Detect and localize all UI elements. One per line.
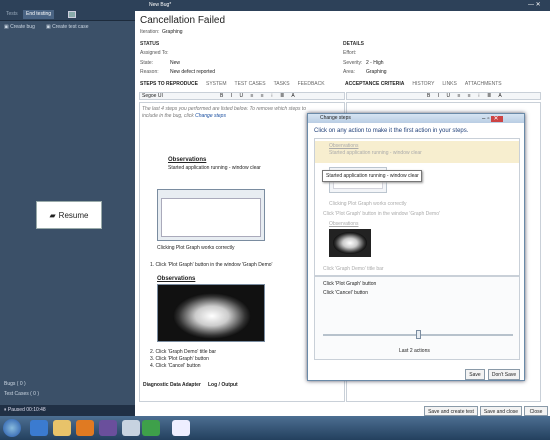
area-value[interactable]: Graphing	[366, 69, 387, 75]
log-output-header: Log / Output	[208, 382, 238, 388]
state-value[interactable]: New	[170, 60, 180, 66]
criteria-toolbar: B I U ≡ ≡ ⁝ ≣ A	[346, 92, 541, 100]
state-label: State:	[140, 60, 154, 66]
reason-value[interactable]: New defect reported	[170, 69, 215, 75]
media-player-icon[interactable]	[76, 420, 94, 436]
bugs-count[interactable]: Bugs ( 0 )	[4, 381, 139, 387]
faded-caption: Clicking Plot Graph works correctly	[329, 201, 407, 207]
tab-feedback[interactable]: FEEDBACK	[298, 81, 325, 87]
faded-steps-list[interactable]: Observations Started application running…	[314, 138, 520, 276]
save-and-close-button[interactable]: Save and close	[480, 406, 522, 416]
tab-attachments[interactable]: ATTACHMENTS	[465, 81, 502, 87]
tab-acceptance-criteria[interactable]: ACCEPTANCE CRITERIA	[345, 81, 404, 87]
window-controls[interactable]: — ✕	[528, 1, 548, 10]
tab-system[interactable]: SYSTEM	[206, 81, 227, 87]
folder-icon[interactable]	[53, 420, 71, 436]
tab-end-testing[interactable]: End testing	[23, 10, 55, 19]
graph-screenshot[interactable]	[157, 284, 265, 342]
tab-test-cases[interactable]: TEST CASES	[235, 81, 266, 87]
test-cases-count[interactable]: Test Cases ( 0 )	[4, 391, 139, 397]
step-2: 2. Click 'Graph Demo' title bar	[150, 349, 217, 355]
criteria-format-buttons[interactable]: B I U ≡ ≡ ⁝ ≣ A	[427, 93, 505, 99]
ie-icon[interactable]	[30, 420, 48, 436]
area-label: Area:	[343, 69, 355, 75]
effort-label: Effort:	[343, 50, 357, 56]
font-select[interactable]: Segoe UI	[142, 93, 163, 99]
step-1: 1. Click 'Plot Graph' button in the wind…	[150, 262, 273, 268]
faded-globe	[329, 229, 371, 257]
dialog-heading: Click on any action to make it the first…	[314, 128, 469, 134]
create-bug-button[interactable]: ▣ Create bug	[4, 22, 35, 33]
severity-label: Severity:	[343, 60, 363, 66]
visual-studio-icon[interactable]	[99, 420, 117, 436]
selected-steps-list: Click 'Plot Graph' button Click 'Cancel'…	[314, 276, 520, 360]
tab-tests[interactable]: Tests	[3, 10, 21, 19]
step-3: 3. Click 'Plot Graph' button	[150, 356, 209, 362]
steps-tabs: STEPS TO REPRODUCE SYSTEM TEST CASES TASKS F…	[140, 81, 333, 87]
start-button-icon[interactable]	[3, 419, 21, 437]
reason-label: Reason:	[140, 69, 159, 75]
create-test-case-label: Create test case	[52, 24, 89, 30]
tab-steps-to-reproduce[interactable]: STEPS TO REPRODUCE	[140, 81, 198, 87]
observations-text: Started application running - window cle…	[168, 165, 261, 171]
pause-icon: ⏸	[4, 407, 7, 413]
selected-step-b[interactable]: Click 'Cancel' button	[323, 290, 368, 296]
faded-obs-heading: Observations	[329, 143, 359, 149]
iteration-label: Iteration:	[140, 29, 160, 35]
slider-label: Last 2 actions	[399, 348, 430, 354]
observations-heading-2: Observations	[157, 276, 196, 282]
dont-save-button[interactable]: Don't Save	[488, 369, 520, 380]
change-steps-link[interactable]: Change steps	[195, 113, 226, 119]
faded-step-2: Click 'Graph Demo' title bar	[323, 266, 384, 272]
notepad-icon[interactable]	[172, 420, 190, 436]
save-button[interactable]: Save	[465, 369, 485, 380]
editor-toolbar: Segoe UI B I U ≡ ≡ ⁝ ≣ A	[139, 92, 345, 100]
create-test-case-button[interactable]: ▣ Create test case	[46, 22, 89, 33]
dialog-title: Change steps	[320, 115, 351, 121]
test-manager-icon[interactable]	[122, 420, 140, 436]
resume-label: Resume	[58, 210, 89, 220]
details-header: DETAILS	[343, 41, 365, 47]
paused-timer: Paused 00:10:48	[7, 407, 46, 413]
save-and-create-test-button[interactable]: Save and create test	[424, 406, 478, 416]
active-app-icon[interactable]	[142, 420, 160, 436]
steps-intro: The last 4 steps you performed are liste…	[142, 106, 312, 120]
format-buttons[interactable]: B I U ≡ ≡ ⁝ ≣ A	[220, 93, 298, 99]
window-title-bar: New Bug*	[135, 0, 550, 11]
tab-links[interactable]: LINKS	[442, 81, 456, 87]
step-4: 4. Click 'Cancel' button	[150, 363, 201, 369]
close-button[interactable]: Close	[524, 406, 548, 416]
step-tooltip: Started application running - window cle…	[322, 170, 422, 182]
resume-icon: ▰	[49, 210, 56, 220]
paused-status: ⏸ Paused 00:10:48	[0, 405, 135, 416]
create-bug-label: Create bug	[10, 24, 35, 30]
observations-heading: Observations	[168, 157, 207, 163]
assigned-to-label: Assigned To:	[140, 50, 169, 56]
dialog-window-controls[interactable]: –▫ ✕	[482, 115, 503, 122]
criteria-tabs: ACCEPTANCE CRITERIA HISTORY LINKS ATTACHMEN…	[345, 81, 510, 87]
change-steps-dialog: Change steps –▫ ✕ Click on any action to …	[307, 113, 525, 381]
resume-button[interactable]: ▰ Resume	[36, 201, 102, 229]
diag-adapter-header: Diagnostic Data Adapter	[143, 382, 201, 388]
severity-value[interactable]: 2 - High	[366, 60, 384, 66]
window-title: New Bug*	[149, 2, 172, 8]
selected-step-a[interactable]: Click 'Plot Graph' button	[323, 281, 376, 287]
faded-obs-heading-2: Observations	[329, 221, 359, 227]
faded-step: Click 'Plot Graph' button in the window …	[323, 211, 440, 217]
tab-history[interactable]: HISTORY	[412, 81, 434, 87]
caption-plot-graph: Clicking Plot Graph works correctly	[157, 245, 235, 251]
faded-obs-text: Started application running - window cle…	[329, 150, 422, 156]
screenshot-icon[interactable]	[68, 11, 76, 18]
status-header: STATUS	[140, 41, 160, 47]
tab-tasks[interactable]: TASKS	[274, 81, 290, 87]
steps-slider-thumb[interactable]	[416, 330, 421, 339]
bug-title[interactable]: Cancellation Failed	[140, 15, 225, 26]
screenshot-thumbnail[interactable]	[157, 189, 265, 241]
globe-image	[173, 293, 251, 339]
iteration-value[interactable]: Graphing	[162, 29, 183, 35]
